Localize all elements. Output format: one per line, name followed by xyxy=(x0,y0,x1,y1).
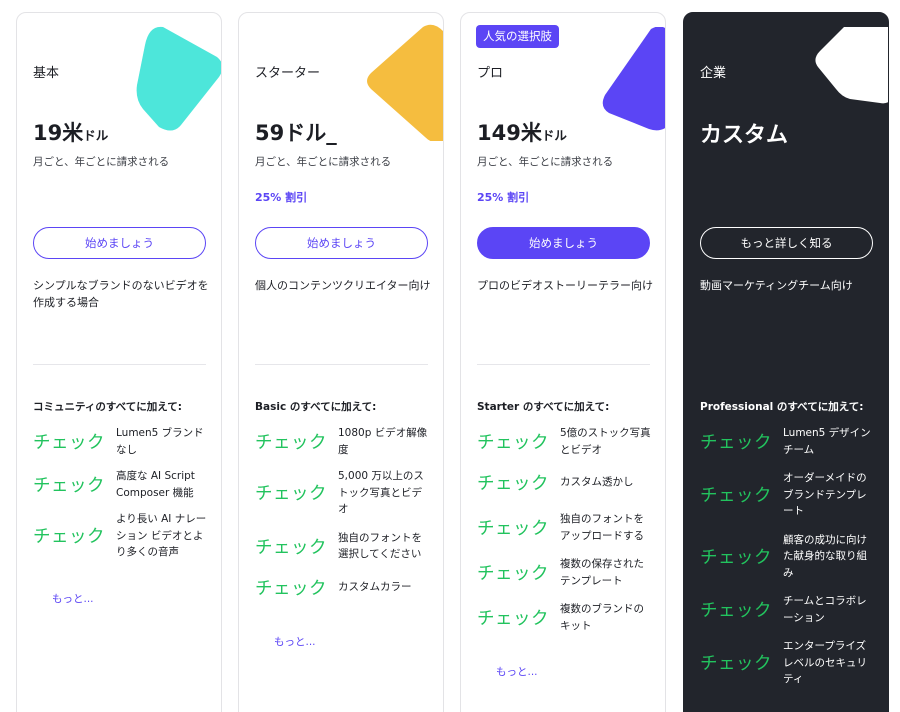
check-label: チェック xyxy=(477,474,549,494)
feature-text: 複数の保存されたテンプレート xyxy=(560,558,644,587)
check-label: チェック xyxy=(700,654,772,675)
check-label: チェック xyxy=(477,564,549,584)
plan-price: 19米ドル xyxy=(33,121,109,145)
feature-item: チェック チームとコラボレーション xyxy=(700,593,880,626)
feature-list: チェック 1080p ビデオ解像度 チェック 5,000 万以上のストック写真とビデ… xyxy=(255,425,435,608)
divider xyxy=(477,364,650,365)
plan-name: 企業 xyxy=(700,66,727,81)
feature-text: カスタムカラー xyxy=(338,580,412,593)
feature-item: チェック 顧客の成功に向けた献身的な取り組み xyxy=(700,532,880,582)
decorative-blob-shape xyxy=(367,24,443,141)
check-label: チェック xyxy=(255,433,327,453)
check-label: チェック xyxy=(255,484,327,505)
plan-price: 59ドル_ xyxy=(255,121,337,145)
popular-badge: 人気の選択肢 xyxy=(476,25,559,48)
feature-text: Lumen5 ブランドなし xyxy=(116,427,204,456)
feature-item: チェック 1080p ビデオ解像度 xyxy=(255,425,435,458)
check-label: チェック xyxy=(700,601,772,621)
billing-note: 月ごと、年ごとに請求される xyxy=(477,156,614,168)
plan-description: 個人のコンテンツクリエイター向け xyxy=(255,279,431,292)
feature-item: チェック より長い AI ナレーション ビデオとより多くの音声 xyxy=(33,511,213,561)
get-started-button[interactable]: 始めましょう xyxy=(477,227,650,259)
check-label: チェック xyxy=(33,527,105,548)
feature-item: チェック Lumen5 ブランドなし xyxy=(33,425,213,458)
decorative-blob-shape xyxy=(602,27,665,131)
feature-item: チェック 独自のフォントを選択してください xyxy=(255,530,435,563)
billing-note: 月ごと、年ごとに請求される xyxy=(255,156,392,168)
more-link[interactable]: もっと... xyxy=(52,591,94,606)
feature-item: チェック 複数のブランドのキット xyxy=(477,601,657,634)
feature-text: 5,000 万以上のストック写真とビデオ xyxy=(338,470,424,515)
feature-text: より長い AI ナレーション ビデオとより多くの音声 xyxy=(116,513,207,558)
check-label: チェック xyxy=(33,476,105,496)
feature-item: チェック 独自のフォントをアップロードする xyxy=(477,511,657,544)
feature-text: 複数のブランドのキット xyxy=(560,603,644,632)
feature-text: カスタム透かし xyxy=(560,476,634,489)
get-started-button[interactable]: 始めましょう xyxy=(33,227,206,259)
feature-text: エンタープライズレベルのセキュリティ xyxy=(783,640,867,685)
check-label: チェック xyxy=(33,433,105,453)
check-label: チェック xyxy=(477,433,549,453)
features-heading: Basic のすべてに加えて: xyxy=(255,401,377,413)
feature-text: チームとコラボレーション xyxy=(783,595,867,624)
check-label: チェック xyxy=(255,537,327,558)
feature-item: チェック 複数の保存されたテンプレート xyxy=(477,556,657,589)
feature-text: 独自のフォントを選択してください xyxy=(338,531,422,561)
plan-description: シンプルなブランドのないビデオを作成する場合 xyxy=(33,279,209,309)
billing-note: 月ごと、年ごとに請求される xyxy=(33,156,170,168)
feature-item: チェック 5億のストック写真とビデオ xyxy=(477,425,657,458)
check-label: チェック xyxy=(700,547,772,568)
feature-text: 5億のストック写真とビデオ xyxy=(560,427,651,456)
feature-text: Lumen5 デザインチーム xyxy=(783,427,871,456)
feature-list: チェック Lumen5 ブランドなし チェック 高度な AI Script Comp… xyxy=(33,425,213,569)
feature-item: チェック カスタム透かし xyxy=(477,470,657,495)
feature-text: 独自のフォントをアップロードする xyxy=(560,513,644,542)
feature-list: チェック Lumen5 デザインチーム チェック オーダーメイドのブランドテンプレー… xyxy=(700,425,880,696)
plan-description: 動画マーケティングチーム向け xyxy=(700,279,853,292)
divider xyxy=(33,364,206,365)
decorative-blob-shape xyxy=(136,26,221,131)
plan-card-enterprise: 企業 カスタム もっと詳しく知る 動画マーケティングチーム向け Professi… xyxy=(683,12,889,712)
check-label: チェック xyxy=(477,609,549,629)
decorative-blob-shape xyxy=(815,27,888,104)
check-label: チェック xyxy=(700,433,772,453)
feature-text: オーダーメイドのブランドテンプレート xyxy=(783,472,867,517)
divider xyxy=(255,364,428,365)
feature-item: チェック オーダーメイドのブランドテンプレート xyxy=(700,470,880,520)
plan-name: プロ xyxy=(477,66,504,81)
more-link[interactable]: もっと... xyxy=(274,634,316,649)
feature-text: 高度な AI Script Composer 機能 xyxy=(116,470,195,499)
check-label: チェック xyxy=(255,578,327,599)
check-label: チェック xyxy=(700,486,772,507)
learn-more-button[interactable]: もっと詳しく知る xyxy=(700,227,873,259)
more-link[interactable]: もっと... xyxy=(496,664,538,679)
plan-card-pro: 人気の選択肢 プロ 149米ドル 月ごと、年ごとに請求される 25% 割引 始め… xyxy=(460,12,666,712)
feature-text: 1080p ビデオ解像度 xyxy=(338,427,428,456)
check-label: チェック xyxy=(477,519,549,539)
plan-description: プロのビデオストーリーテラー向け xyxy=(477,279,653,292)
discount-label: 25% 割引 xyxy=(477,191,530,204)
plan-name: スターター xyxy=(255,66,321,81)
feature-item: チェック Lumen5 デザインチーム xyxy=(700,425,880,458)
get-started-button[interactable]: 始めましょう xyxy=(255,227,428,259)
plan-card-basic: 基本 19米ドル 月ごと、年ごとに請求される 始めましょう シンプルなブランドの… xyxy=(16,12,222,712)
plan-price: カスタム xyxy=(700,123,789,148)
feature-list: チェック 5億のストック写真とビデオ チェック カスタム透かし チェック 独自のフォン… xyxy=(477,425,657,642)
feature-item: チェック 5,000 万以上のストック写真とビデオ xyxy=(255,468,435,518)
features-heading: Starter のすべてに加えて: xyxy=(477,401,610,413)
plan-card-starter: スターター 59ドル_ 月ごと、年ごとに請求される 25% 割引 始めましょう … xyxy=(238,12,444,712)
plan-price: 149米ドル xyxy=(477,121,567,145)
feature-item: チェック 高度な AI Script Composer 機能 xyxy=(33,468,213,501)
features-heading: コミュニティのすべてに加えて: xyxy=(33,401,182,413)
feature-text: 顧客の成功に向けた献身的な取り組み xyxy=(783,533,867,579)
features-heading: Professional のすべてに加えて: xyxy=(700,401,864,413)
plan-name: 基本 xyxy=(33,66,60,81)
feature-item: チェック エンタープライズレベルのセキュリティ xyxy=(700,638,880,688)
feature-item: チェック カスタムカラー xyxy=(255,575,435,600)
discount-label: 25% 割引 xyxy=(255,191,308,204)
